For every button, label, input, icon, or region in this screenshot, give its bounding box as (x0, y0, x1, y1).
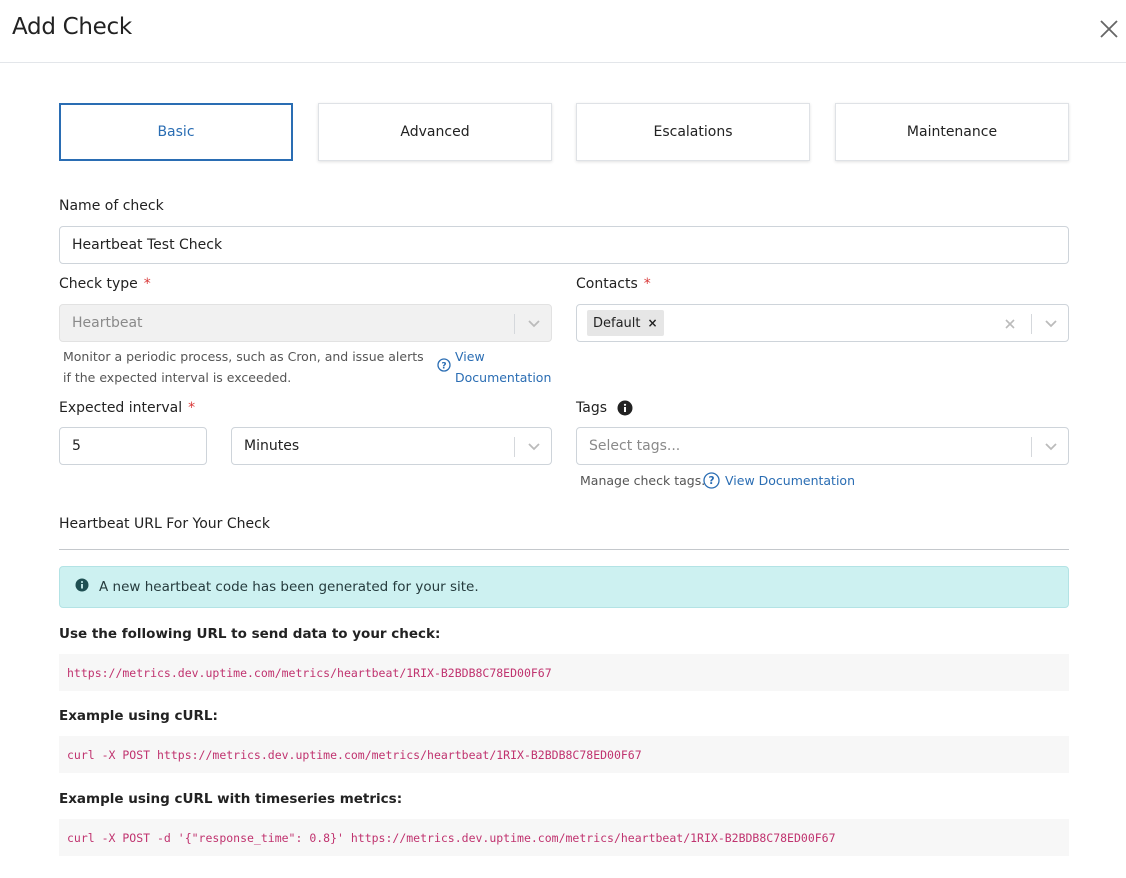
contacts-select[interactable]: Default × (576, 304, 1069, 342)
check-type-value: Heartbeat (72, 315, 143, 331)
curl-code[interactable]: curl -X POST https://metrics.dev.uptime.… (59, 736, 1069, 773)
check-type-doc-link[interactable]: View Documentation (455, 346, 551, 388)
tags-placeholder: Select tags... (589, 438, 681, 454)
chevron-down-icon (523, 436, 545, 458)
svg-text:?: ? (708, 475, 714, 487)
heartbeat-section-title: Heartbeat URL For Your Check (59, 516, 270, 532)
info-alert: A new heartbeat code has been generated … (59, 566, 1069, 608)
question-circle-icon: ? (703, 472, 720, 489)
curl-ts-code[interactable]: curl -X POST -d '{"response_time": 0.8}'… (59, 819, 1069, 856)
name-input-value: Heartbeat Test Check (72, 237, 223, 253)
separator (1031, 437, 1032, 457)
tab-maintenance[interactable]: Maintenance (835, 103, 1069, 161)
check-type-label: Check type * (59, 276, 151, 292)
separator (1031, 314, 1032, 334)
name-label: Name of check (59, 198, 164, 214)
chevron-down-icon[interactable] (1040, 313, 1062, 335)
contact-chip-label: Default (593, 315, 641, 331)
interval-unit-select[interactable]: Minutes (231, 427, 552, 465)
tags-help: Manage check tags. (580, 473, 706, 488)
separator (514, 314, 515, 334)
close-icon[interactable] (1096, 16, 1122, 42)
required-marker: * (188, 400, 196, 416)
curl-ts-label: Example using cURL with timeseries metri… (59, 791, 403, 807)
chip-remove-icon[interactable]: × (648, 316, 658, 330)
url-code-text: https://metrics.dev.uptime.com/metrics/h… (67, 665, 552, 680)
clear-icon[interactable] (999, 313, 1021, 335)
url-code[interactable]: https://metrics.dev.uptime.com/metrics/h… (59, 654, 1069, 691)
interval-input[interactable]: 5 (59, 427, 207, 465)
chevron-down-icon (1040, 436, 1062, 458)
url-label: Use the following URL to send data to yo… (59, 626, 441, 642)
question-circle-icon: ? (437, 358, 451, 372)
check-type-select[interactable]: Heartbeat (59, 304, 552, 342)
required-marker: * (143, 276, 151, 292)
modal-title: Add Check (12, 14, 132, 40)
modal-header: Add Check (0, 0, 1126, 63)
interval-value: 5 (72, 438, 81, 454)
tags-select[interactable]: Select tags... (576, 427, 1069, 465)
required-marker: * (643, 276, 651, 292)
contact-chip: Default × (587, 310, 664, 336)
info-circle-icon (75, 578, 89, 596)
chevron-down-icon (523, 313, 545, 335)
name-input[interactable]: Heartbeat Test Check (59, 226, 1069, 264)
tags-doc-link[interactable]: View Documentation (725, 470, 855, 491)
interval-label: Expected interval * (59, 400, 196, 416)
tab-escalations[interactable]: Escalations (576, 103, 810, 161)
contacts-label: Contacts * (576, 276, 651, 292)
separator (514, 437, 515, 457)
svg-text:?: ? (441, 361, 446, 371)
section-divider (59, 549, 1069, 550)
info-icon[interactable] (617, 400, 633, 420)
curl-code-text: curl -X POST https://metrics.dev.uptime.… (67, 747, 642, 762)
tab-basic[interactable]: Basic (59, 103, 293, 161)
check-type-help: Monitor a periodic process, such as Cron… (63, 349, 424, 385)
interval-unit-value: Minutes (244, 438, 300, 454)
tags-label: Tags (576, 400, 607, 416)
tab-advanced[interactable]: Advanced (318, 103, 552, 161)
curl-ts-code-text: curl -X POST -d '{"response_time": 0.8}'… (67, 830, 836, 845)
alert-text: A new heartbeat code has been generated … (99, 579, 479, 595)
curl-label: Example using cURL: (59, 708, 218, 724)
